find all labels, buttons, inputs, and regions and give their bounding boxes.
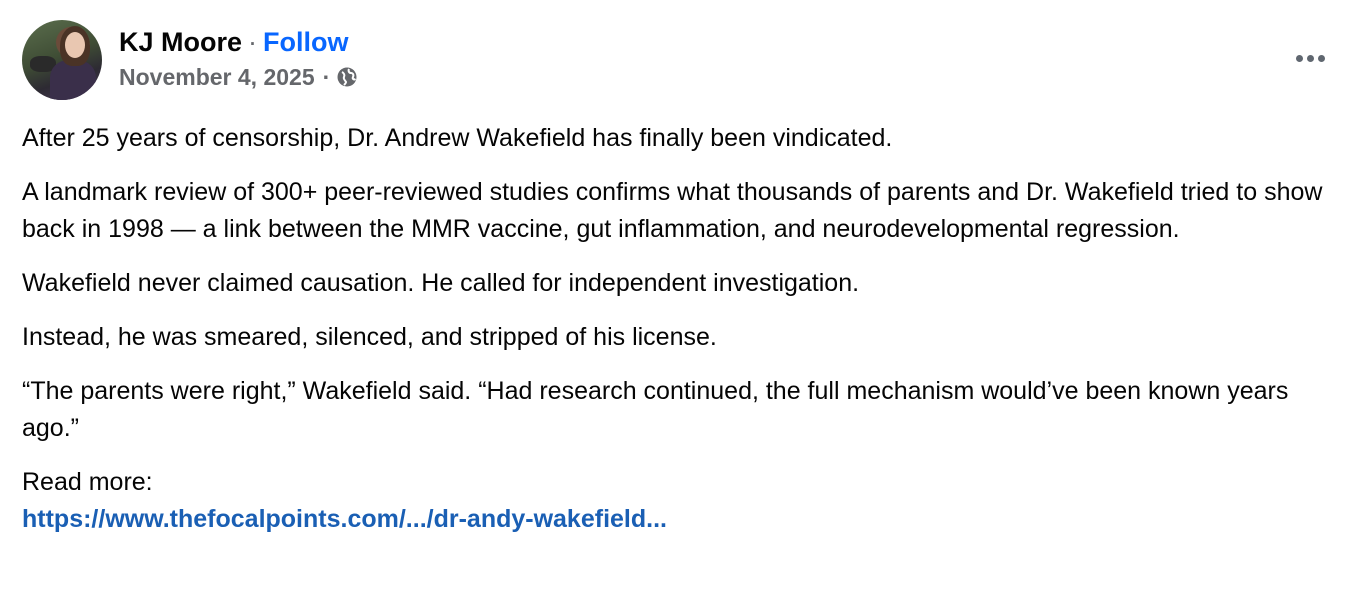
date-separator: · — [322, 64, 331, 90]
post-date[interactable]: November 4, 2025 — [119, 63, 315, 91]
author-name[interactable]: KJ Moore — [119, 27, 242, 57]
article-link[interactable]: https://www.thefocalpoints.com/.../dr-an… — [22, 501, 1332, 538]
read-more-label: Read more: — [22, 468, 153, 496]
facebook-post: KJ Moore · Follow November 4, 2025 · After… — [0, 0, 1350, 606]
author-line: KJ Moore · Follow — [119, 25, 358, 59]
avatar[interactable] — [22, 20, 102, 100]
post-paragraph: A landmark review of 300+ peer-reviewed … — [22, 178, 1323, 243]
post-meta: KJ Moore · Follow November 4, 2025 · — [119, 25, 358, 91]
post-paragraph: After 25 years of censorship, Dr. Andrew… — [22, 124, 893, 152]
post-text: After 25 years of censorship, Dr. Andrew… — [22, 120, 1332, 538]
name-separator: · — [248, 27, 258, 57]
post-paragraph: Wakefield never claimed causation. He ca… — [22, 269, 860, 297]
globe-icon[interactable] — [336, 66, 358, 88]
more-options-icon[interactable] — [1292, 42, 1328, 74]
follow-button[interactable]: Follow — [263, 27, 348, 57]
post-paragraph: “The parents were right,” Wakefield said… — [22, 377, 1289, 442]
post-paragraph: Instead, he was smeared, silenced, and s… — [22, 323, 717, 351]
date-line: November 4, 2025 · — [119, 63, 358, 91]
post-header: KJ Moore · Follow November 4, 2025 · — [22, 20, 358, 100]
